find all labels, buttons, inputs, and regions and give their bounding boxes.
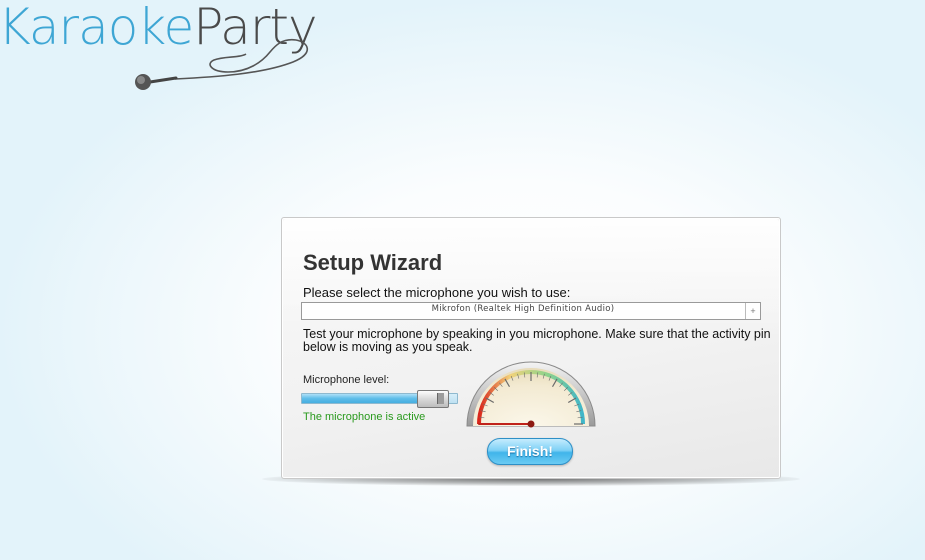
microphone-select-value: Mikrofon (Realtek High Definition Audio) xyxy=(431,304,615,314)
panel-gloss xyxy=(283,219,779,339)
dropdown-toggle-icon[interactable]: + xyxy=(745,303,760,319)
instructions-text: Test your microphone by speaking in you … xyxy=(303,327,771,354)
microphone-level-slider[interactable] xyxy=(301,390,458,408)
app-logo: KaraokeParty xyxy=(0,0,320,100)
microphone-status: The microphone is active xyxy=(303,411,426,423)
activity-gauge xyxy=(466,361,596,428)
microphone-level-label: Microphone level: xyxy=(303,374,390,386)
page-title: Setup Wizard xyxy=(303,250,443,275)
microphone-level-thumb[interactable] xyxy=(417,390,449,408)
finish-button[interactable]: Finish! xyxy=(487,438,573,465)
microphone-icon xyxy=(135,38,309,90)
setup-wizard-panel: Setup Wizard Please select the microphon… xyxy=(281,217,781,479)
microphone-select[interactable]: Mikrofon (Realtek High Definition Audio)… xyxy=(301,302,761,320)
gauge-pivot xyxy=(527,420,535,428)
microphone-select-label: Please select the microphone you wish to… xyxy=(303,285,571,300)
